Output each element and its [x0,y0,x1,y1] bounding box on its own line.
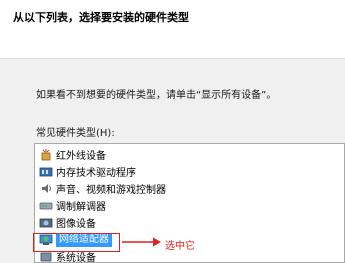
modem-icon [39,199,53,212]
memory-tech-driver-icon [39,165,53,178]
list-item-imaging[interactable]: 图像设备 [39,214,239,231]
hardware-type-label: 常见硬件类型(H): [36,128,115,139]
imaging-device-icon [39,216,53,229]
list-item-sound-video[interactable]: 声音、视频和游戏控制器 [39,180,239,197]
list-item-infrared[interactable]: 红外线设备 [39,146,239,163]
sound-video-game-icon [39,182,53,195]
list-item-modem[interactable]: 调制解调器 [39,197,239,214]
highlight-box [33,233,120,252]
wizard-header: 从以下列表，选择要安装的硬件类型 [0,0,345,59]
arrow-right-icon [122,237,161,247]
infrared-device-icon [39,148,53,161]
instruction-text: 如果看不到想要的硬件类型，请单击“显示所有设备”。 [36,90,277,101]
list-item-memory-tech[interactable]: 内存技术驱动程序 [39,163,239,180]
page-title: 从以下列表，选择要安装的硬件类型 [13,11,189,24]
callout-label: 选中它 [165,241,195,252]
